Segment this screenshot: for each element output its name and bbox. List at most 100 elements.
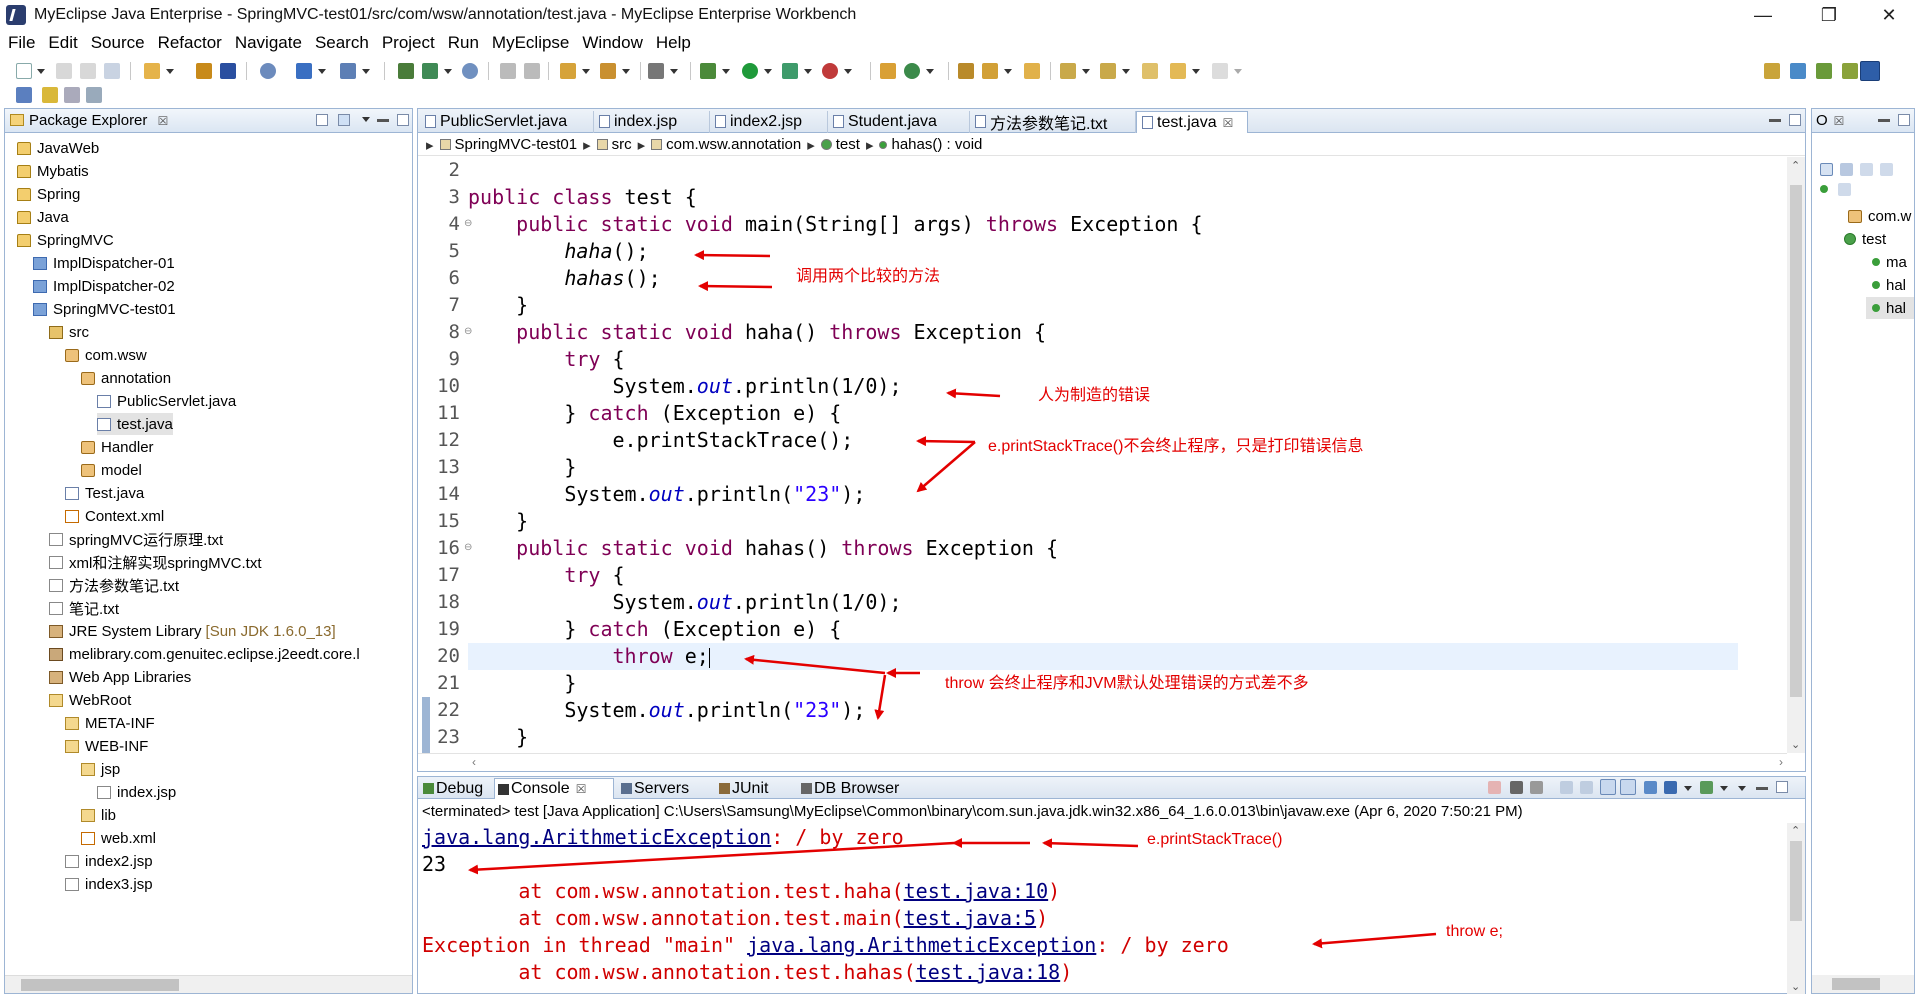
- wizard-dropdown-icon[interactable]: [362, 69, 370, 74]
- show-whitespace-icon[interactable]: [86, 87, 102, 103]
- breadcrumb-package[interactable]: com.wsw.annotation: [666, 136, 801, 153]
- open-perspective-button-icon[interactable]: [1764, 63, 1780, 79]
- close-tab-icon[interactable]: ☒: [1223, 116, 1234, 130]
- hide-local-types-icon[interactable]: [1838, 183, 1851, 196]
- tree-item[interactable]: 方法参数笔记.txt: [49, 574, 179, 596]
- menu-project[interactable]: Project: [382, 33, 435, 53]
- tab-servers[interactable]: Servers: [618, 778, 714, 799]
- maximize-view-icon[interactable]: [1776, 781, 1788, 793]
- toggle-mark-occurrences-icon[interactable]: [16, 87, 32, 103]
- save-all-icon[interactable]: [80, 63, 96, 79]
- debug-dropdown-icon[interactable]: [722, 69, 730, 74]
- tab-debug[interactable]: Debug: [420, 778, 492, 799]
- prev-annotation-dropdown-icon[interactable]: [1122, 69, 1130, 74]
- run-server-icon[interactable]: [422, 63, 438, 79]
- myeclipse-perspective-icon[interactable]: [1790, 63, 1806, 79]
- server-icon[interactable]: [260, 63, 276, 79]
- remove-launch-icon[interactable]: [1510, 781, 1523, 794]
- menu-source[interactable]: Source: [91, 33, 145, 53]
- menu-help[interactable]: Help: [656, 33, 691, 53]
- search-dropdown-icon[interactable]: [1004, 69, 1012, 74]
- toggle-breadcrumb-icon[interactable]: [42, 87, 58, 103]
- tab-index-jsp[interactable]: index.jsp: [594, 111, 710, 133]
- editor-vertical-scrollbar[interactable]: ⌃ ⌄: [1787, 157, 1805, 753]
- scrollbar-thumb[interactable]: [1832, 978, 1880, 990]
- display-console-dropdown-icon[interactable]: [1684, 786, 1692, 791]
- menu-search[interactable]: Search: [315, 33, 369, 53]
- outline-item-package[interactable]: com.w: [1848, 205, 1911, 227]
- new-class-icon[interactable]: [560, 63, 576, 79]
- tree-item[interactable]: JavaWeb: [17, 137, 99, 159]
- maximize-editor-icon[interactable]: [1789, 114, 1801, 126]
- new-package-dropdown-icon[interactable]: [622, 69, 630, 74]
- print-icon[interactable]: [104, 63, 120, 79]
- chevron-left-icon[interactable]: ‹: [472, 755, 476, 769]
- tree-item[interactable]: test.java: [97, 413, 173, 435]
- menu-refactor[interactable]: Refactor: [158, 33, 222, 53]
- terminal-icon[interactable]: [648, 63, 664, 79]
- external-tools-icon[interactable]: [822, 63, 838, 79]
- menu-file[interactable]: File: [8, 33, 35, 53]
- tab-publicservlet-java[interactable]: PublicServlet.java: [420, 111, 594, 133]
- chevron-up-icon[interactable]: ⌃: [1791, 824, 1800, 837]
- chevron-down-icon[interactable]: ⌄: [1791, 738, 1800, 751]
- pin-console-icon[interactable]: [1644, 781, 1657, 794]
- tree-item[interactable]: WEB-INF: [65, 735, 148, 757]
- exception-link[interactable]: java.lang.ArithmeticException: [747, 933, 1096, 957]
- scrollbar-thumb[interactable]: [21, 979, 179, 991]
- deploy-icon[interactable]: [220, 63, 236, 79]
- stacktrace-link[interactable]: test.java:18: [916, 960, 1061, 984]
- exception-link[interactable]: java.lang.ArithmeticException: [422, 825, 771, 849]
- web-service-icon[interactable]: [296, 63, 312, 79]
- tree-item[interactable]: index3.jsp: [65, 873, 153, 895]
- tree-item[interactable]: SpringMVC-test01: [33, 298, 176, 320]
- new-package-icon[interactable]: [600, 63, 616, 79]
- search-icon[interactable]: [982, 63, 998, 79]
- back-dropdown-icon[interactable]: [1192, 69, 1200, 74]
- tab-test-java[interactable]: test.java ☒: [1136, 111, 1248, 133]
- stacktrace-link[interactable]: test.java:5: [904, 906, 1036, 930]
- package-explorer-tab[interactable]: Package Explorer ☒: [5, 112, 168, 129]
- close-icon[interactable]: ☒: [158, 114, 169, 128]
- tree-item[interactable]: src: [49, 321, 89, 343]
- outline-item-method[interactable]: hal: [1872, 274, 1906, 296]
- maximize-view-icon[interactable]: [397, 114, 409, 126]
- maximize-view-icon[interactable]: [1898, 114, 1910, 126]
- next-annotation-dropdown-icon[interactable]: [1082, 69, 1090, 74]
- chevron-down-icon[interactable]: ⌄: [1791, 980, 1800, 993]
- close-tab-icon[interactable]: ☒: [576, 782, 587, 796]
- wizard-icon[interactable]: [340, 63, 356, 79]
- menu-edit[interactable]: Edit: [48, 33, 77, 53]
- new-server-icon[interactable]: [904, 63, 920, 79]
- back-icon[interactable]: [1170, 63, 1186, 79]
- run-icon[interactable]: [742, 63, 758, 79]
- maximize-button[interactable]: ❐: [1801, 0, 1857, 30]
- last-edit-icon[interactable]: [1142, 63, 1158, 79]
- fold-toggle-icon[interactable]: ⊖: [464, 218, 472, 229]
- run-dropdown-icon[interactable]: [764, 69, 772, 74]
- database-perspective-icon[interactable]: [1842, 63, 1858, 79]
- breadcrumb-method[interactable]: hahas() : void: [891, 136, 982, 153]
- debug-perspective-icon[interactable]: [1816, 63, 1832, 79]
- console-vertical-scrollbar[interactable]: ⌃ ⌄: [1787, 823, 1805, 994]
- open-perspective-icon[interactable]: [958, 63, 974, 79]
- clear-console-icon[interactable]: [1560, 781, 1573, 794]
- breadcrumb-class[interactable]: test: [836, 136, 860, 153]
- tree-item[interactable]: melibrary.com.genuitec.eclipse.j2eedt.co…: [49, 643, 360, 665]
- server-dropdown-icon[interactable]: [444, 69, 452, 74]
- tree-item[interactable]: model: [81, 459, 142, 481]
- new-icon[interactable]: [16, 63, 32, 79]
- new-dropdown-icon[interactable]: [37, 69, 45, 74]
- next-annotation-icon[interactable]: [1060, 63, 1076, 79]
- scrollbar-thumb[interactable]: [1790, 841, 1802, 921]
- browser-icon[interactable]: [462, 63, 478, 79]
- close-icon[interactable]: ☒: [1834, 114, 1845, 128]
- external-tools-dropdown-icon[interactable]: [844, 69, 852, 74]
- chevron-up-icon[interactable]: ⌃: [1791, 159, 1800, 172]
- tree-item[interactable]: ImplDispatcher-02: [33, 275, 175, 297]
- package-icon[interactable]: [196, 63, 212, 79]
- hide-static-icon[interactable]: [1880, 163, 1893, 176]
- breadcrumb-src[interactable]: src: [612, 136, 632, 153]
- deploy-project-icon[interactable]: [398, 63, 414, 79]
- new-class-dropdown-icon[interactable]: [582, 69, 590, 74]
